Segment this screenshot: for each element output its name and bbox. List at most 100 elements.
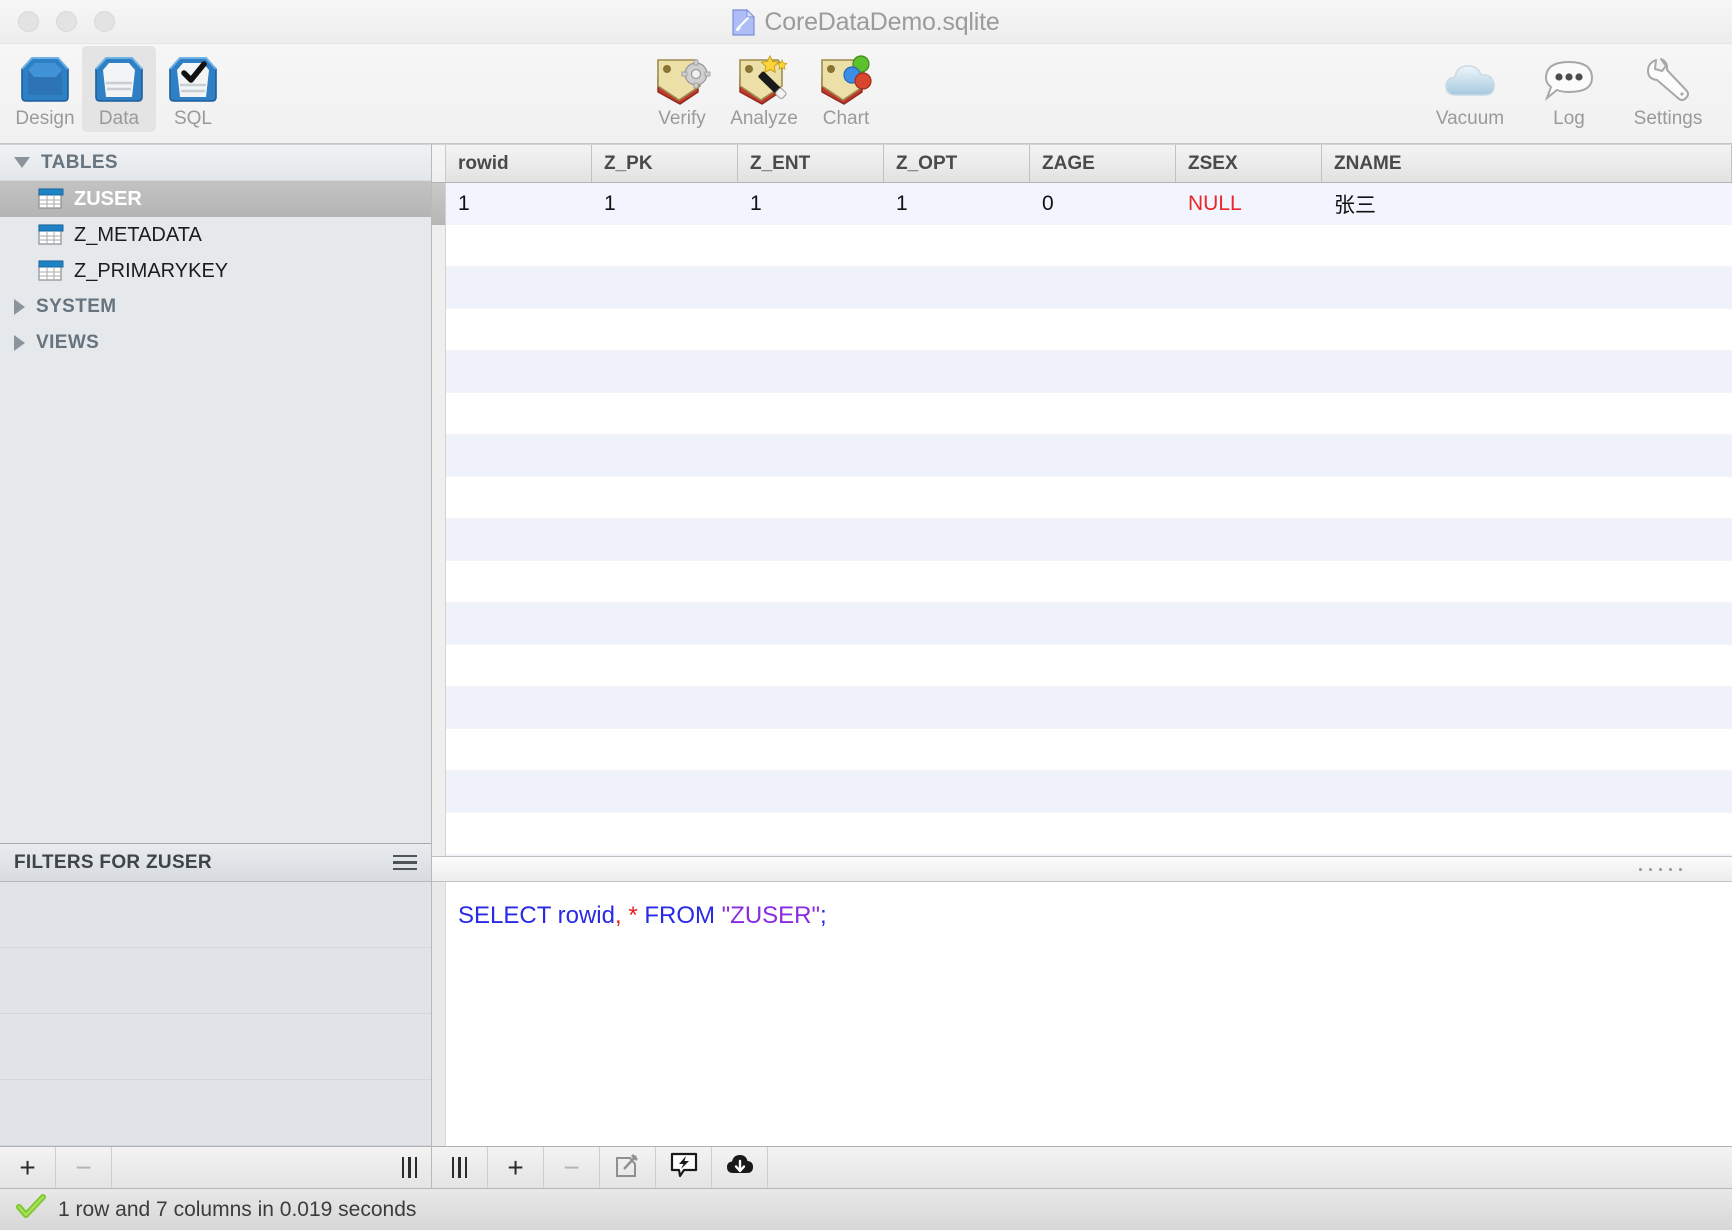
cell-z-pk[interactable]: 1 <box>592 183 738 224</box>
row-gutter <box>432 267 446 309</box>
toolbar-chart-label: Chart <box>822 108 870 129</box>
toolbar-vacuum-button[interactable]: Vacuum <box>1422 46 1518 132</box>
row-gutter[interactable] <box>432 183 446 225</box>
cell-z-opt[interactable]: 1 <box>884 183 1030 224</box>
row-cells <box>446 687 1732 729</box>
toolbar-right-group: Vacuum Log Settings <box>1422 46 1716 132</box>
toolbar-analyze-button[interactable]: Analyze <box>727 46 801 132</box>
chevron-down-icon[interactable] <box>14 157 30 168</box>
table-icon <box>38 188 64 209</box>
export-button[interactable] <box>712 1147 768 1188</box>
sidebar: TABLES ZUSER Z_METADATA Z_PRIMARYKEY SYS… <box>0 144 432 1188</box>
splitter-grip-dots[interactable] <box>1639 867 1682 871</box>
empty-row <box>432 477 1732 519</box>
toolbar-data-button[interactable]: Data <box>82 46 156 132</box>
filter-row[interactable] <box>0 1014 431 1080</box>
data-grid-body[interactable]: 1 1 1 1 0 NULL 张三 <box>432 183 1732 856</box>
toolbar-verify-button[interactable]: Verify <box>645 46 719 132</box>
toolbar-left-group: Design Data SQL <box>8 46 230 132</box>
chevron-right-icon[interactable] <box>14 299 25 315</box>
column-header-rowid[interactable]: rowid <box>446 145 592 182</box>
toolbar-design-button[interactable]: Design <box>8 46 82 132</box>
edit-row-button[interactable] <box>600 1147 656 1188</box>
toolbar-settings-label: Settings <box>1633 108 1703 129</box>
data-grid-header: rowid Z_PK Z_ENT Z_OPT ZAGE ZSEX ZNAME <box>432 145 1732 183</box>
filters-list[interactable] <box>0 882 431 1146</box>
execute-bolt-icon <box>670 1152 698 1183</box>
empty-row <box>432 813 1732 855</box>
row-cells <box>446 645 1732 687</box>
filter-row[interactable] <box>0 882 431 948</box>
cell-zage[interactable]: 0 <box>1030 183 1176 224</box>
sql-editor-gutter <box>432 882 446 1146</box>
row-cells: 1 1 1 1 0 NULL 张三 <box>446 183 1732 225</box>
row-cells <box>446 267 1732 309</box>
empty-row <box>432 645 1732 687</box>
column-header-z-ent[interactable]: Z_ENT <box>738 145 884 182</box>
row-cells <box>446 519 1732 561</box>
toolbar-settings-button[interactable]: Settings <box>1620 46 1716 132</box>
sql-token-semicolon: ; <box>820 902 827 929</box>
sql-editor[interactable]: SELECT rowid, * FROM "ZUSER"; <box>432 882 1732 1146</box>
add-row-button[interactable]: + <box>488 1147 544 1188</box>
row-gutter <box>432 225 446 267</box>
chevron-right-icon[interactable] <box>14 335 25 351</box>
sidebar-item-zuser[interactable]: ZUSER <box>0 181 431 217</box>
empty-row <box>432 771 1732 813</box>
column-header-zsex[interactable]: ZSEX <box>1176 145 1322 182</box>
toolbar-sql-button[interactable]: SQL <box>156 46 230 132</box>
execute-query-button[interactable] <box>656 1147 712 1188</box>
column-header-z-pk[interactable]: Z_PK <box>592 145 738 182</box>
remove-filter-button[interactable]: − <box>56 1147 112 1188</box>
delete-row-button[interactable]: − <box>544 1147 600 1188</box>
cell-rowid[interactable]: 1 <box>446 183 592 224</box>
grid-resize-grip[interactable] <box>432 1147 488 1188</box>
cloud-download-icon <box>725 1152 755 1183</box>
sql-editor-area[interactable]: SELECT rowid, * FROM "ZUSER"; <box>446 882 1732 1146</box>
sidebar-item-z-metadata[interactable]: Z_METADATA <box>0 217 431 253</box>
toolbar-log-button[interactable]: Log <box>1532 46 1606 132</box>
plus-icon: + <box>19 1151 36 1183</box>
empty-row <box>432 309 1732 351</box>
row-gutter <box>432 477 446 519</box>
schema-tree: TABLES ZUSER Z_METADATA Z_PRIMARYKEY SYS… <box>0 144 431 843</box>
sidebar-group-tables[interactable]: TABLES <box>0 145 431 181</box>
sidebar-bottom-bar: + − <box>0 1146 431 1188</box>
filter-row[interactable] <box>0 948 431 1014</box>
toolbar-log-label: Log <box>1553 108 1585 129</box>
sidebar-item-z-primarykey[interactable]: Z_PRIMARYKEY <box>0 253 431 289</box>
cell-zname[interactable]: 张三 <box>1322 183 1732 224</box>
row-gutter <box>432 561 446 603</box>
column-header-zage[interactable]: ZAGE <box>1030 145 1176 182</box>
grid-sql-splitter[interactable] <box>432 856 1732 882</box>
sidebar-group-tables-label: TABLES <box>41 151 118 173</box>
toolbar-chart-button[interactable]: Chart <box>809 46 883 132</box>
table-icon <box>38 260 64 281</box>
toolbar-vacuum-label: Vacuum <box>1435 108 1505 129</box>
minus-icon: − <box>563 1151 580 1183</box>
table-row[interactable]: 1 1 1 1 0 NULL 张三 <box>432 183 1732 225</box>
column-header-z-opt[interactable]: Z_OPT <box>884 145 1030 182</box>
sidebar-group-views[interactable]: VIEWS <box>0 325 431 361</box>
sidebar-resize-grip[interactable] <box>401 1157 417 1178</box>
row-cells <box>446 351 1732 393</box>
minus-icon: − <box>75 1151 92 1183</box>
cell-z-ent[interactable]: 1 <box>738 183 884 224</box>
row-gutter <box>432 351 446 393</box>
sidebar-group-system[interactable]: SYSTEM <box>0 289 431 325</box>
cell-zsex[interactable]: NULL <box>1176 183 1322 224</box>
row-cells <box>446 561 1732 603</box>
sql-token-select: SELECT <box>458 902 551 929</box>
hamburger-menu-icon[interactable] <box>393 854 417 871</box>
row-gutter <box>432 645 446 687</box>
empty-row <box>432 603 1732 645</box>
filters-panel: FILTERS FOR ZUSER <box>0 843 431 1146</box>
column-header-zname[interactable]: ZNAME <box>1322 145 1732 182</box>
speech-bubble-icon <box>1538 50 1600 110</box>
row-gutter <box>432 729 446 771</box>
toolbar-sql-label: SQL <box>173 108 213 129</box>
add-filter-button[interactable]: + <box>0 1147 56 1188</box>
filter-row[interactable] <box>0 1080 431 1146</box>
sql-tray-check-icon <box>162 50 224 110</box>
row-cells <box>446 435 1732 477</box>
